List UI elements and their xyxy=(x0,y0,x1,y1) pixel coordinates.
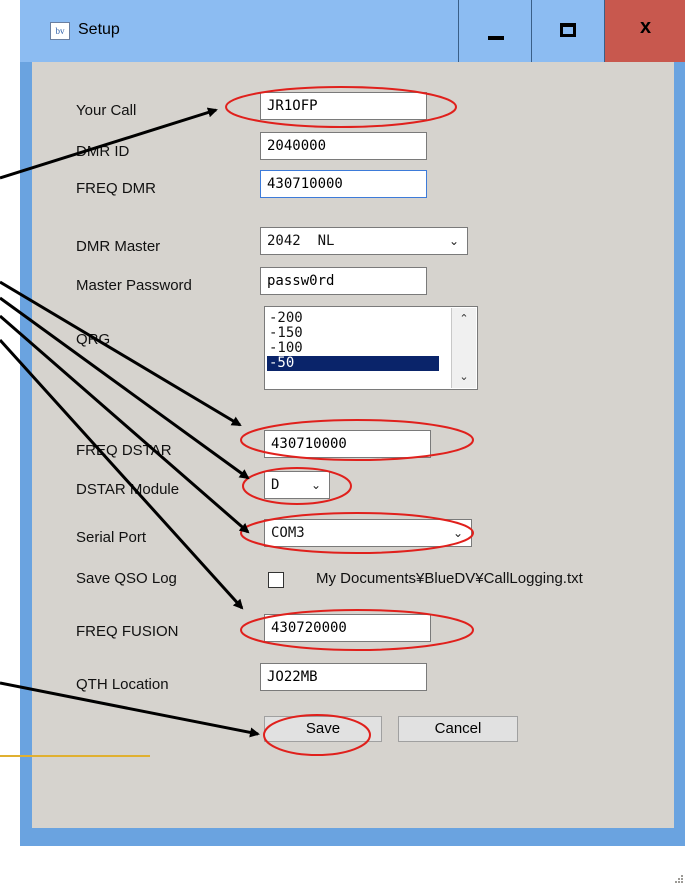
dmr-master-dropdown[interactable]: 2042 NL ⌄ xyxy=(260,227,468,255)
save-button[interactable]: Save xyxy=(264,716,382,742)
serial-port-dropdown[interactable]: COM3 ⌄ xyxy=(264,519,472,547)
freq-dstar-input[interactable]: 430710000 xyxy=(264,430,431,458)
setup-form: Your Call JR1OFP DMR ID 2040000 FREQ DMR… xyxy=(32,62,683,883)
dmr-master-label: DMR Master xyxy=(76,238,161,255)
list-item[interactable]: -200 xyxy=(267,311,439,326)
chevron-down-icon: ⌄ xyxy=(452,526,463,540)
freq-fusion-input[interactable]: 430720000 xyxy=(264,614,431,642)
your-call-label: Your Call xyxy=(76,102,137,119)
chevron-down-icon: ⌄ xyxy=(448,234,459,248)
close-icon: x xyxy=(639,16,652,38)
qrg-label: QRG xyxy=(76,331,111,348)
qth-location-label: QTH Location xyxy=(76,676,169,693)
dmr-id-label: DMR ID xyxy=(76,143,130,160)
resize-grip[interactable] xyxy=(672,874,684,886)
save-qso-log-label: Save QSO Log xyxy=(76,570,177,587)
master-password-input[interactable]: passw0rd xyxy=(260,267,427,295)
chevron-down-icon: ⌄ xyxy=(310,478,321,492)
setup-window: bv Setup x Your Call JR1OFP DMR ID 20400… xyxy=(20,0,685,883)
serial-port-value: COM3 xyxy=(271,525,305,541)
cancel-button[interactable]: Cancel xyxy=(398,716,518,742)
dstar-module-label: DSTAR Module xyxy=(76,481,180,498)
freq-dmr-label: FREQ DMR xyxy=(76,180,156,197)
window-title: Setup xyxy=(78,21,120,38)
your-call-input[interactable]: JR1OFP xyxy=(260,92,427,120)
qrg-listbox[interactable]: -200 -150 -100 -50 ⌃ ⌄ xyxy=(264,306,478,390)
dmr-master-value: 2042 NL xyxy=(267,233,335,249)
master-password-label: Master Password xyxy=(76,277,192,294)
list-item[interactable]: -150 xyxy=(267,326,439,341)
title-bar[interactable]: bv Setup x xyxy=(20,0,685,62)
maximize-button[interactable] xyxy=(531,0,604,62)
minimize-button[interactable] xyxy=(458,0,531,62)
chevron-down-icon[interactable]: ⌄ xyxy=(452,366,476,388)
freq-fusion-label: FREQ FUSION xyxy=(76,623,179,640)
app-icon: bv xyxy=(50,22,70,40)
freq-dstar-label: FREQ DSTAR xyxy=(76,442,172,459)
minimize-icon xyxy=(488,36,504,40)
list-item[interactable]: -100 xyxy=(267,341,439,356)
dmr-id-input[interactable]: 2040000 xyxy=(260,132,427,160)
close-button[interactable]: x xyxy=(604,0,685,62)
list-item-selected[interactable]: -50 xyxy=(267,356,439,371)
background-divider xyxy=(0,755,150,757)
dstar-module-dropdown[interactable]: D ⌄ xyxy=(264,471,330,499)
qrg-scrollbar[interactable]: ⌃ ⌄ xyxy=(451,308,476,388)
serial-port-label: Serial Port xyxy=(76,529,147,546)
dstar-module-value: D xyxy=(271,477,280,493)
chevron-up-icon[interactable]: ⌃ xyxy=(452,308,476,330)
freq-dmr-input[interactable]: 430710000 xyxy=(260,170,427,198)
maximize-icon xyxy=(560,23,576,37)
log-file-path: My Documents¥BlueDV¥CallLogging.txt xyxy=(316,570,583,587)
qth-location-input[interactable]: JO22MB xyxy=(260,663,427,691)
save-qso-log-checkbox[interactable] xyxy=(268,572,284,588)
